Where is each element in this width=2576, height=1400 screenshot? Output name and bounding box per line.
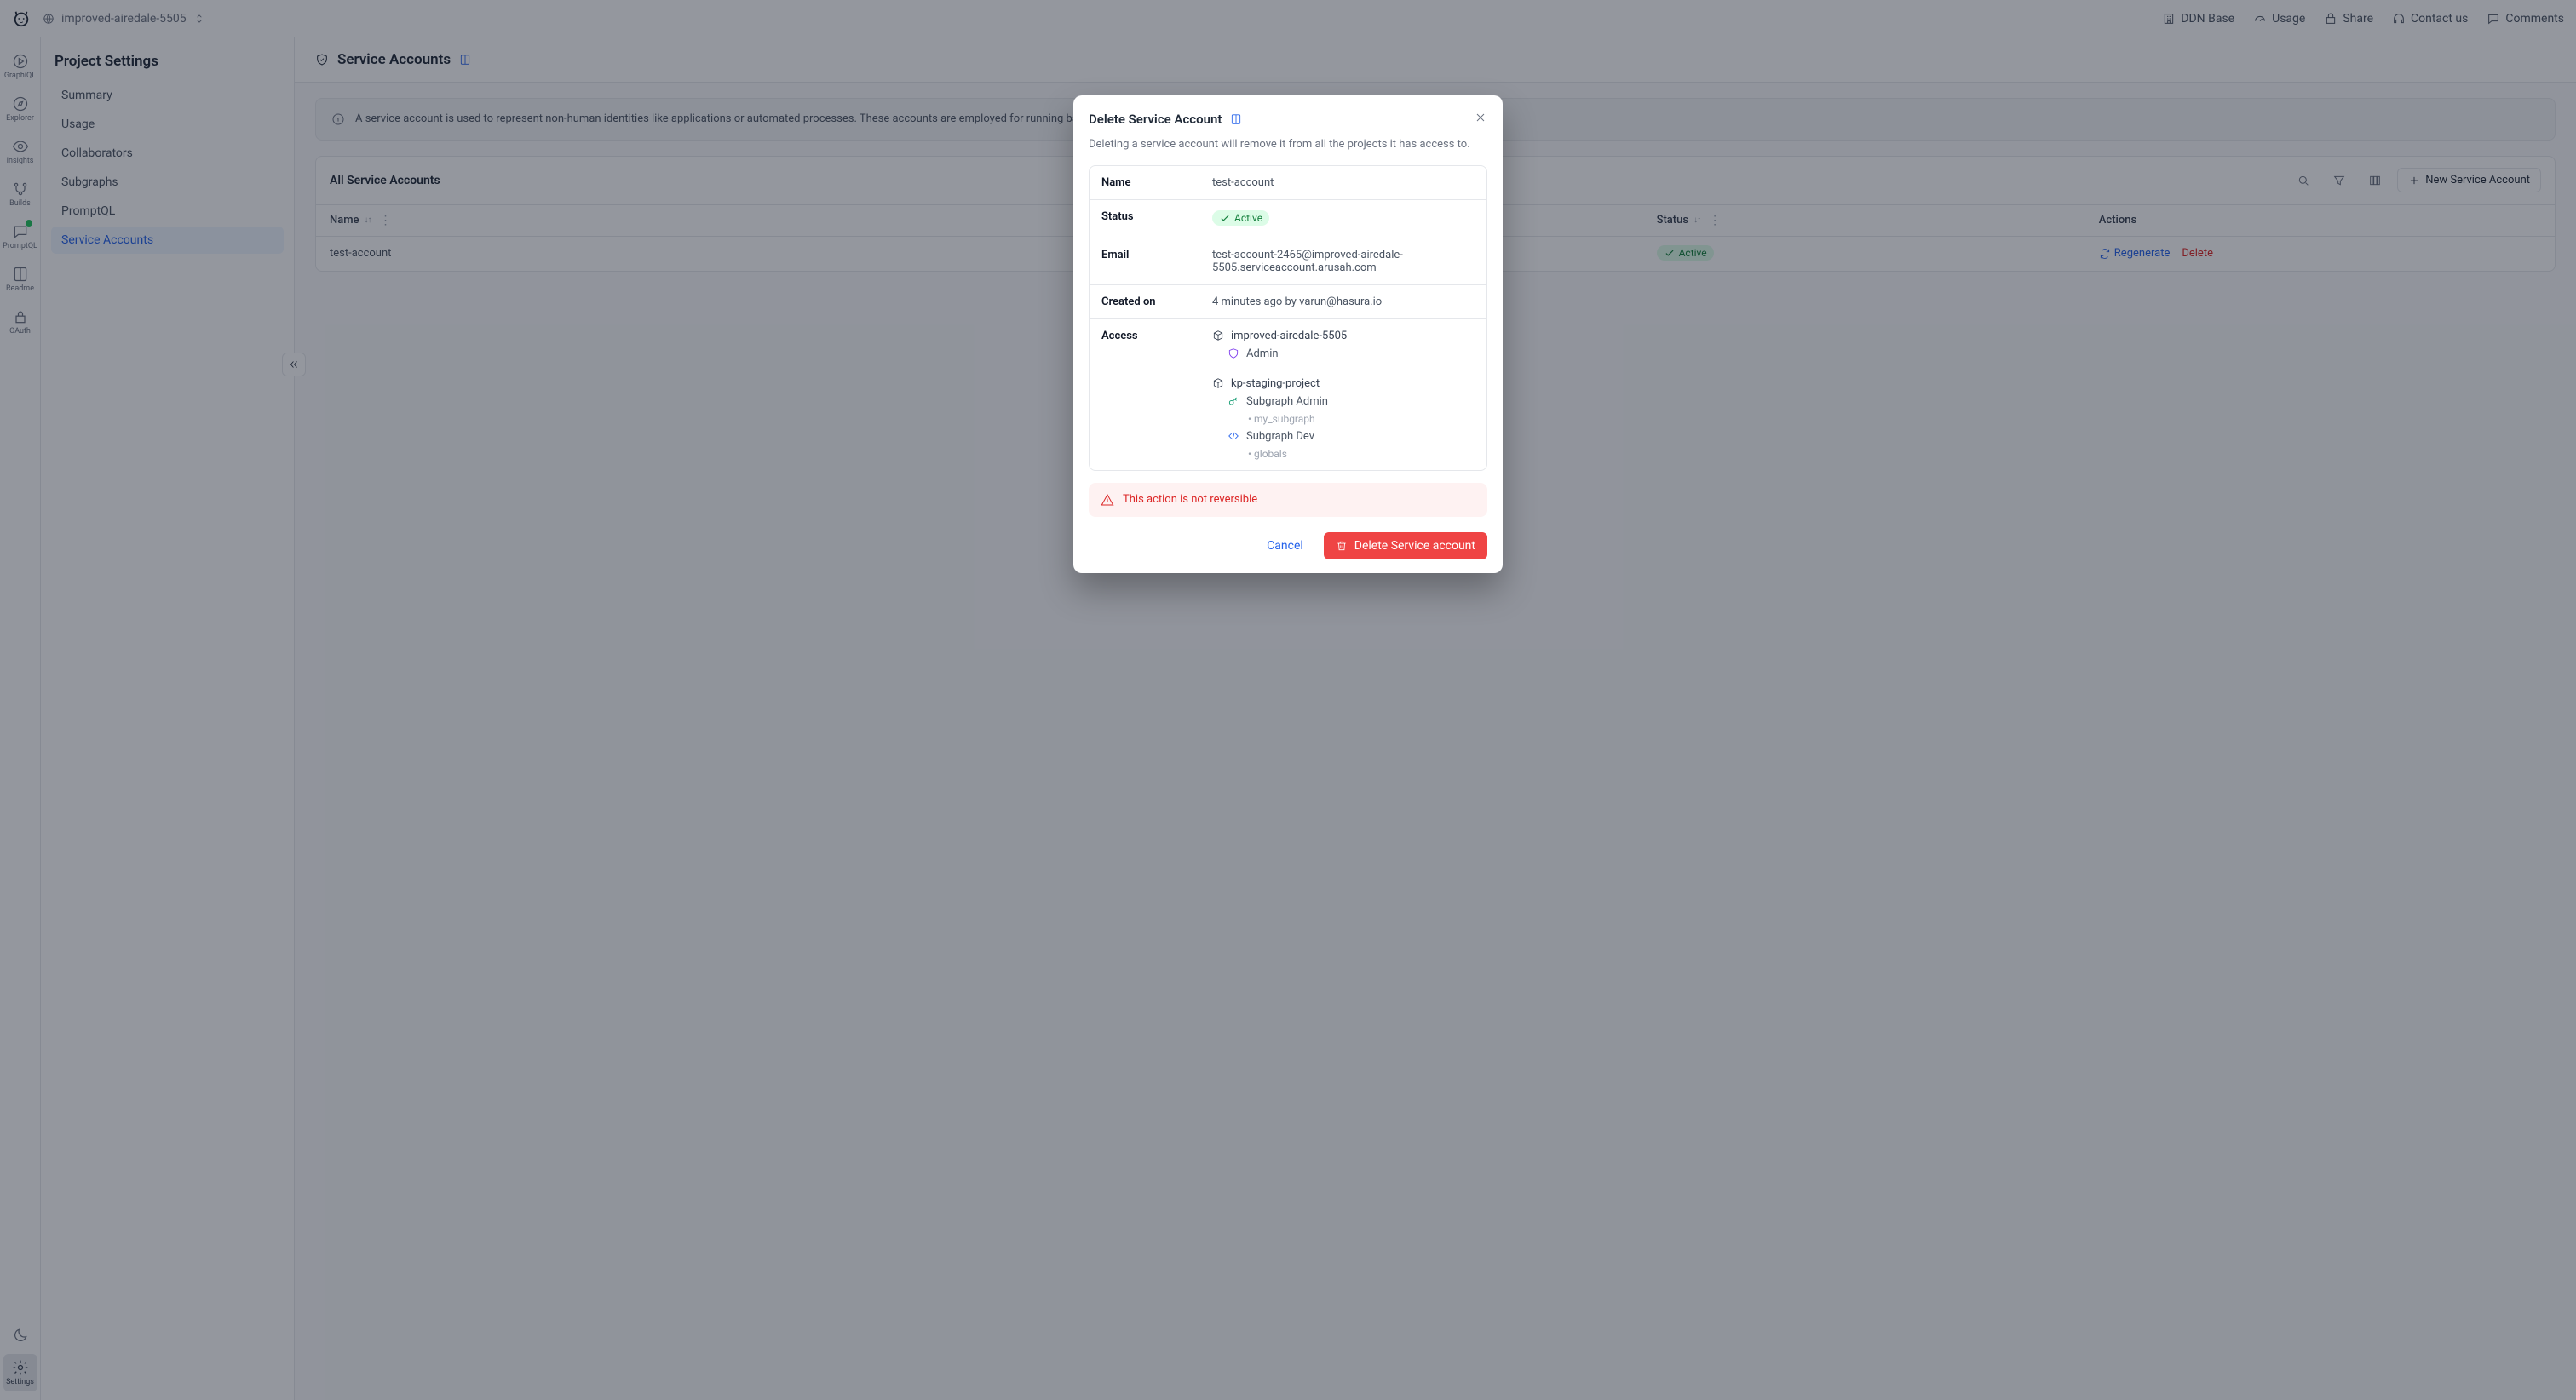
check-icon xyxy=(1219,212,1231,224)
access-role: Admin xyxy=(1228,347,1475,360)
cube-icon xyxy=(1212,377,1224,389)
cancel-button[interactable]: Cancel xyxy=(1258,532,1312,559)
details-card: Name test-account Status Active Email te… xyxy=(1089,165,1487,471)
key-icon xyxy=(1228,395,1239,407)
modal-subtitle: Deleting a service account will remove i… xyxy=(1073,133,1503,165)
access-list: improved-airedale-5505 Admin kp-staging-… xyxy=(1212,330,1475,460)
detail-email: Email test-account-2465@improved-airedal… xyxy=(1090,238,1486,285)
access-subgraph: globals xyxy=(1248,448,1475,460)
access-subgraph: my_subgraph xyxy=(1248,413,1475,425)
access-role: Subgraph Dev xyxy=(1228,430,1475,443)
access-role: Subgraph Admin xyxy=(1228,395,1475,408)
close-icon xyxy=(1474,111,1487,124)
confirm-delete-button[interactable]: Delete Service account xyxy=(1324,532,1487,559)
warning-text: This action is not reversible xyxy=(1123,493,1257,506)
delete-modal: Delete Service Account Deleting a servic… xyxy=(1073,95,1503,573)
modal-header: Delete Service Account xyxy=(1073,95,1503,133)
modal-title: Delete Service Account xyxy=(1089,112,1222,127)
code-icon xyxy=(1228,430,1239,442)
warning-banner: This action is not reversible xyxy=(1089,483,1487,517)
trash-icon xyxy=(1336,540,1348,552)
status-badge: Active xyxy=(1212,210,1269,226)
docs-icon[interactable] xyxy=(1230,113,1242,125)
detail-status: Status Active xyxy=(1090,200,1486,238)
detail-created: Created on 4 minutes ago by varun@hasura… xyxy=(1090,285,1486,319)
detail-name: Name test-account xyxy=(1090,166,1486,200)
access-project: kp-staging-project xyxy=(1212,377,1475,390)
access-project: improved-airedale-5505 xyxy=(1212,330,1475,342)
detail-access: Access improved-airedale-5505 Admin kp-s… xyxy=(1090,319,1486,470)
warning-icon xyxy=(1101,493,1114,507)
cube-icon xyxy=(1212,330,1224,341)
close-button[interactable] xyxy=(1474,111,1487,128)
shield-icon xyxy=(1228,347,1239,359)
modal-footer: Cancel Delete Service account xyxy=(1073,529,1503,559)
